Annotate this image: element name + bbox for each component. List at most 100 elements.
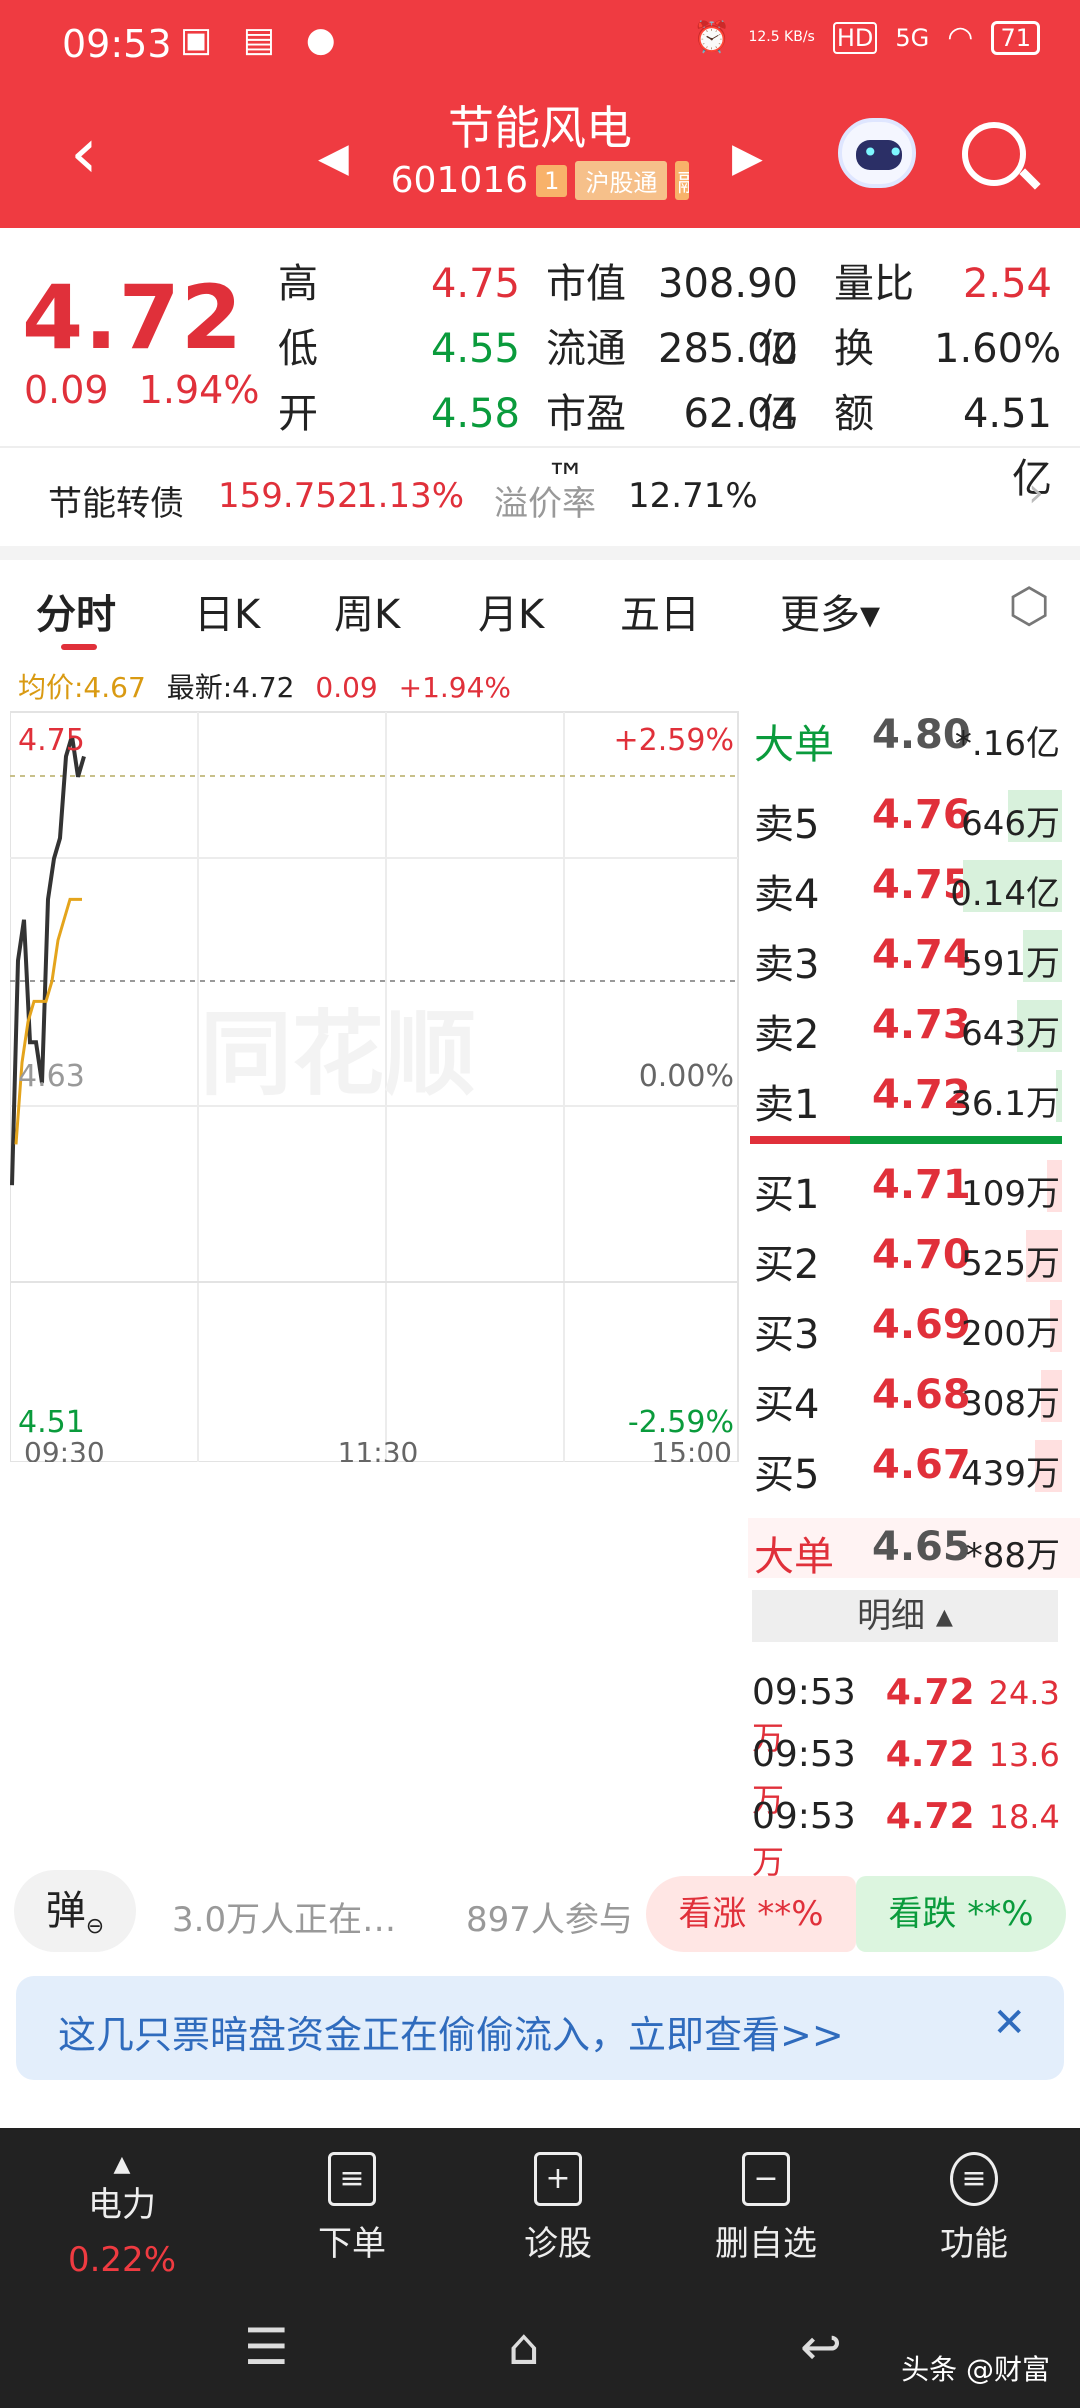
- nav-order[interactable]: ≡ 下单: [252, 2152, 452, 2265]
- time-label: 11:30: [338, 1436, 419, 1462]
- bid-row[interactable]: 买2 4.70 525万: [748, 1226, 1080, 1288]
- social-bar: 弹⊖ 3.0万人正在… 897人参与 看涨 **% 看跌 **%: [0, 1870, 1080, 1970]
- quote-value: 4.55: [430, 326, 520, 372]
- bid-row[interactable]: 买4 4.68 308万: [748, 1366, 1080, 1428]
- order-icon: ≡: [328, 2152, 376, 2206]
- bottom-nav: ▲ 电力 0.22% ≡ 下单 + 诊股 − 删自选 ≡ 功能 ☰ ⌂ ↩ 头条 @财富: [0, 2128, 1080, 2408]
- ask-label: 卖3: [754, 942, 820, 988]
- sector-pct: 0.22%: [67, 2240, 176, 2280]
- back-icon[interactable]: ‹: [70, 118, 98, 188]
- convertible-bond-row[interactable]: 节能转债 159.752 1.13% 溢价率 12.71% ›: [0, 448, 1080, 544]
- tag-hk-connect: 沪股通: [575, 161, 668, 200]
- status-bar: 09:53 ▣ ▤ ● ⏰ 12.5 KB/s HD 5G ◠ 71: [0, 0, 1080, 86]
- tag-margin: 融: [675, 161, 690, 200]
- ask-price: 4.74: [872, 932, 971, 978]
- chart-tabs: 分时 日K 周K 月K 五日 更多▾ ⬡: [0, 560, 1080, 656]
- big-sell-row[interactable]: 大单 4.80 *.16亿: [748, 706, 1080, 768]
- tab-1[interactable]: 日K: [194, 582, 260, 640]
- big-sell-volume: *.16亿: [954, 724, 1060, 764]
- close-icon[interactable]: ✕: [992, 2000, 1026, 2046]
- price-change: 0.09 1.94%: [24, 368, 260, 412]
- menu-icon[interactable]: ☰: [244, 2318, 289, 2376]
- tab-4[interactable]: 五日: [620, 582, 700, 640]
- detail-toggle[interactable]: 明细 ▴: [752, 1590, 1058, 1642]
- ask-row[interactable]: 卖3 4.74 591万: [748, 926, 1080, 988]
- pct-top-label: +2.59%: [614, 723, 734, 758]
- quote-label: 额: [834, 391, 874, 437]
- chart-change: 0.09: [315, 671, 378, 704]
- big-buy-row[interactable]: 大单 4.65 *88万: [748, 1518, 1080, 1580]
- alarm-icon: ⏰: [693, 20, 731, 55]
- search-icon[interactable]: [962, 122, 1026, 186]
- tab-2[interactable]: 周K: [334, 582, 400, 640]
- quote-label: 市盈™: [546, 391, 626, 502]
- nav-diagnose-label: 诊股: [524, 2224, 592, 2264]
- home-icon[interactable]: ⌂: [508, 2318, 540, 2376]
- tick-price: 4.72: [885, 1796, 975, 1837]
- quote-label: 高: [278, 261, 318, 307]
- bond-pct: 1.13%: [356, 476, 465, 516]
- hd-icon: HD: [832, 21, 878, 54]
- tick-time: 09:53: [752, 1672, 856, 1713]
- nav-function[interactable]: ≡ 功能: [874, 2152, 1074, 2265]
- quote-value: 4.58: [430, 391, 520, 437]
- nav-order-label: 下单: [318, 2224, 386, 2264]
- nav-func-label: 功能: [940, 2224, 1008, 2264]
- header-bar: 09:53 ▣ ▤ ● ⏰ 12.5 KB/s HD 5G ◠ 71 ‹ ◀ 节…: [0, 0, 1080, 228]
- pct-bottom-label: -2.59%: [628, 1405, 734, 1440]
- chart-info: 均价:4.67 最新:4.72 0.09 +1.94%: [18, 666, 511, 706]
- ask-row[interactable]: 卖1 4.72 36.1万: [748, 1066, 1080, 1128]
- quote-value: 1.60%: [934, 326, 1062, 372]
- current-price: 4.72: [22, 266, 244, 369]
- bid-label: 买3: [754, 1312, 820, 1358]
- price-line: [10, 735, 86, 1186]
- bullish-button[interactable]: 看涨 **%: [646, 1876, 856, 1952]
- bid-label: 买2: [754, 1242, 820, 1288]
- ask-price: 4.73: [872, 1002, 971, 1048]
- quote-label: 市值: [546, 261, 626, 307]
- nav-remove-label: 删自选: [715, 2224, 817, 2264]
- nav-diagnose[interactable]: + 诊股: [458, 2152, 658, 2265]
- promo-banner[interactable]: 这几只票暗盘资金正在偷偷流入，立即查看>> ✕: [16, 1976, 1064, 2080]
- function-icon: ≡: [950, 2152, 998, 2206]
- bid-ask-ratio-bar: [750, 1136, 1062, 1144]
- quote-value: 4.51亿: [962, 391, 1052, 502]
- next-stock-icon[interactable]: ▶: [732, 135, 763, 181]
- robot-assistant-icon[interactable]: [838, 118, 916, 188]
- bid-volume: 200万: [961, 1314, 1060, 1354]
- bid-volume: 439万: [961, 1454, 1060, 1494]
- stock-name: 节能风电: [448, 101, 632, 155]
- bid-label: 买4: [754, 1382, 820, 1428]
- bid-volume: 308万: [961, 1384, 1060, 1424]
- ask-row[interactable]: 卖2 4.73 643万: [748, 996, 1080, 1058]
- status-time: 09:53: [62, 22, 172, 66]
- bearish-button[interactable]: 看跌 **%: [856, 1876, 1066, 1952]
- settings-hex-icon[interactable]: ⬡: [1008, 578, 1050, 634]
- ask-label: 卖1: [754, 1082, 820, 1128]
- quote-label: 量比: [834, 261, 914, 307]
- tick-price: 4.72: [885, 1672, 975, 1713]
- big-buy-label: 大单: [754, 1534, 834, 1580]
- ask-price: 4.76: [872, 792, 971, 838]
- return-icon[interactable]: ↩: [800, 2318, 842, 2376]
- tab-3[interactable]: 月K: [478, 582, 544, 640]
- time-label: 09:30: [24, 1436, 105, 1462]
- quote-label: 换: [834, 326, 874, 372]
- bid-row[interactable]: 买3 4.69 200万: [748, 1296, 1080, 1358]
- premium-label: 溢价率: [494, 484, 596, 524]
- ask-row[interactable]: 卖4 4.75 0.14亿: [748, 856, 1080, 918]
- tab-5[interactable]: 更多▾: [780, 582, 880, 640]
- bid-label: 买1: [754, 1172, 820, 1218]
- wifi-icon: ◠: [947, 20, 974, 55]
- nav-sector[interactable]: ▲ 电力 0.22%: [22, 2152, 222, 2280]
- intraday-chart[interactable]: 4.75 4.63 4.51 +2.59% 0.00% -2.59% 09:30 11:30 1…: [10, 706, 745, 1462]
- avg-price: 均价:4.67: [18, 671, 146, 704]
- bid-row[interactable]: 买1 4.71 109万: [748, 1156, 1080, 1218]
- banner-text: 这几只票暗盘资金正在偷偷流入，立即查看>>: [58, 2013, 844, 2057]
- y-bottom-label: 4.51: [18, 1405, 85, 1440]
- ask-row[interactable]: 卖5 4.76 646万: [748, 786, 1080, 848]
- bid-row[interactable]: 买5 4.67 439万: [748, 1436, 1080, 1498]
- nav-remove[interactable]: − 删自选: [666, 2152, 866, 2265]
- tab-0[interactable]: 分时: [36, 582, 116, 650]
- danmu-button[interactable]: 弹⊖: [14, 1870, 136, 1952]
